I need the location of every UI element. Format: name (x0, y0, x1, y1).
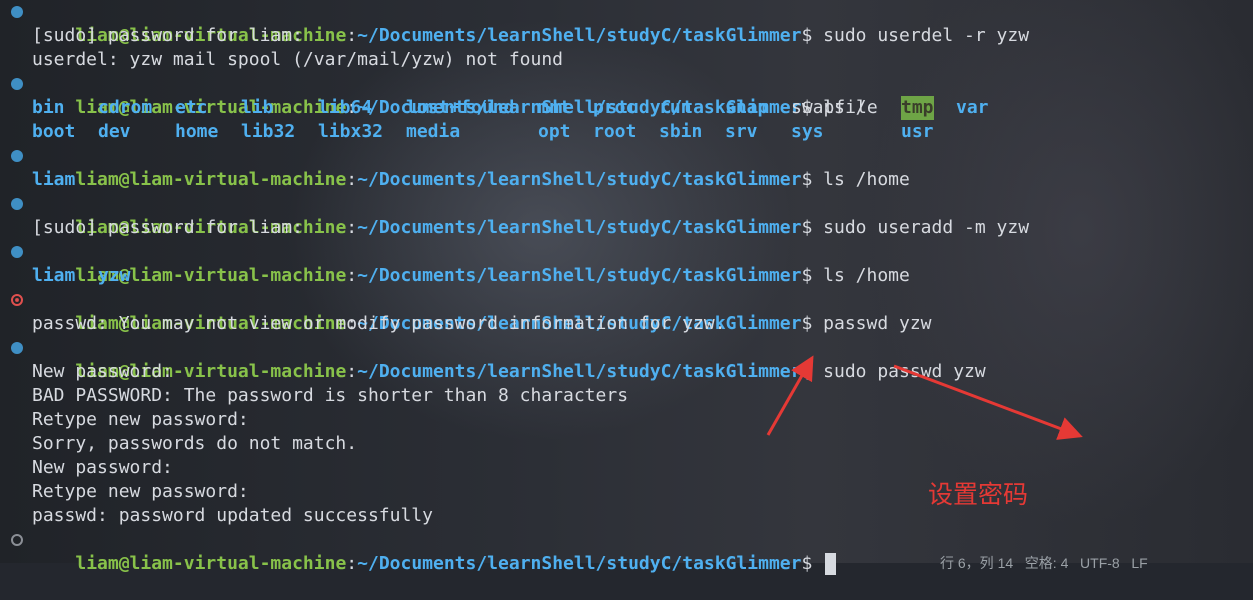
annotation-arrows (766, 355, 1083, 440)
status-bar: 行 6，列 14 空格: 4 UTF-8 LF (940, 555, 1148, 571)
annotation-label: 设置密码 (928, 480, 1029, 509)
arrow-to-command (766, 355, 814, 436)
arrow-right (893, 364, 1083, 440)
